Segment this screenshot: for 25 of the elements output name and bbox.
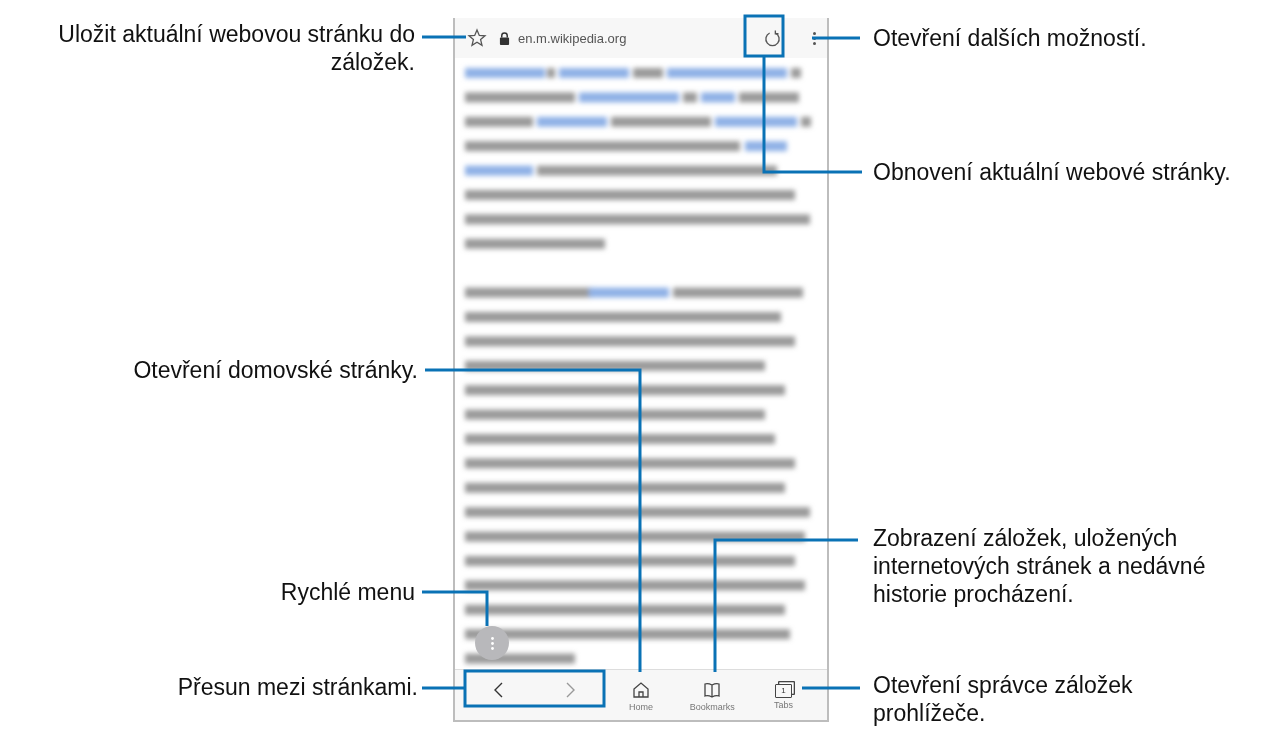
url-text[interactable]: en.m.wikipedia.org [518,30,755,46]
leader-line [802,686,860,690]
callout-text: Zobrazení záložek, uložených internetových stránek a nedávné historie procházení. [873,524,1207,608]
callout-text: Uložit aktuální webovou stránku do záložek. [57,20,415,76]
book-icon[interactable] [702,680,723,700]
home-icon[interactable] [631,680,651,700]
callout-text: Otevření dalších možností. [873,24,1148,52]
callout-text: Otevření domovské stránky. [132,356,418,384]
callout-text: Rychlé menu [279,578,415,606]
nav-label: Bookmarks [689,702,735,712]
refresh-icon[interactable] [763,28,782,48]
leader-line [422,35,466,39]
leader-line [812,36,860,40]
leader-line [422,686,465,690]
more-options-icon [489,634,495,652]
callout-text: Otevření správce záložek prohlížeče. [873,671,1134,727]
lock-icon [499,31,510,45]
callout-text: Obnovení aktuální webové stránky. [873,158,1232,186]
tabs-icon[interactable]: 1 [774,684,792,698]
nav-label: Tabs [773,700,793,710]
highlight-frame [743,14,785,58]
nav-label: Home [629,702,653,712]
callout-text: Přesun mezi stránkami. [176,673,418,701]
more-options-icon[interactable] [812,29,817,47]
star-icon[interactable] [467,28,487,48]
